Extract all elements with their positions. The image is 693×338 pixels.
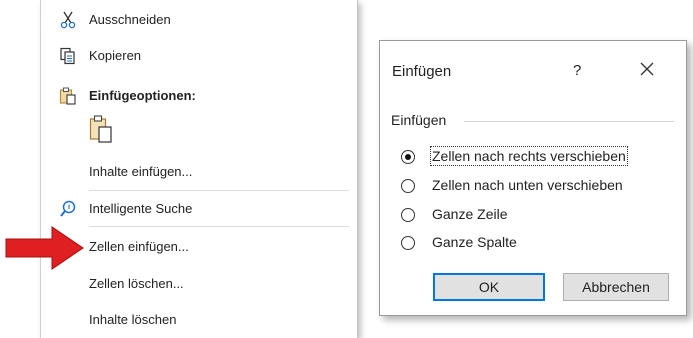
radio-label: Zellen nach rechts verschieben bbox=[430, 146, 628, 166]
menu-separator bbox=[89, 226, 349, 227]
radio-button[interactable] bbox=[401, 236, 415, 250]
menu-item-label: Inhalte löschen bbox=[89, 312, 177, 327]
close-icon[interactable] bbox=[638, 60, 656, 78]
radio-shift-right[interactable]: Zellen nach rechts verschieben bbox=[401, 146, 681, 169]
copy-icon bbox=[60, 47, 75, 65]
menu-item-label: Zellen löschen... bbox=[89, 276, 184, 291]
cancel-button[interactable]: Abbrechen bbox=[563, 273, 669, 301]
menu-item-label: Intelligente Suche bbox=[89, 201, 193, 216]
menu-item-label: Zellen einfügen... bbox=[89, 239, 189, 254]
menu-item-paste-special[interactable]: Inhalte einfügen... bbox=[41, 160, 357, 184]
menu-item-label: Kopieren bbox=[89, 48, 142, 63]
menu-item-copy[interactable]: Kopieren bbox=[41, 44, 357, 68]
radio-selected-dot bbox=[405, 154, 411, 160]
menu-item-delete-cells[interactable]: Zellen löschen... bbox=[41, 272, 357, 296]
help-button[interactable]: ? bbox=[573, 62, 581, 79]
dialog-title: Einfügen bbox=[392, 63, 452, 80]
radio-button[interactable] bbox=[401, 179, 415, 193]
ok-button[interactable]: OK bbox=[433, 273, 545, 301]
radio-label: Zellen nach unten verschieben bbox=[432, 177, 623, 193]
context-menu: Ausschneiden Kopieren Einfügeoptionen: I… bbox=[40, 0, 358, 338]
menu-item-clear-contents[interactable]: Inhalte löschen bbox=[41, 308, 357, 332]
radio-label: Ganze Spalte bbox=[432, 234, 517, 250]
radio-button[interactable] bbox=[401, 208, 415, 222]
menu-item-smart-lookup[interactable]: Intelligente Suche bbox=[41, 197, 357, 221]
paste-clipboard-icon[interactable] bbox=[89, 114, 113, 144]
radio-button[interactable] bbox=[401, 150, 415, 164]
radio-entire-row[interactable]: Ganze Zeile bbox=[401, 205, 681, 227]
menu-item-paste-options: Einfügeoptionen: bbox=[41, 84, 357, 108]
menu-item-label: Einfügeoptionen: bbox=[89, 88, 196, 103]
group-label: Einfügen bbox=[391, 112, 447, 128]
menu-item-insert-cells[interactable]: Zellen einfügen... bbox=[41, 235, 357, 259]
clipboard-icon bbox=[59, 87, 76, 105]
radio-shift-down[interactable]: Zellen nach unten verschieben bbox=[401, 176, 681, 198]
insert-dialog: Einfügen ? Einfügen Zellen nach rechts v… bbox=[379, 40, 687, 316]
menu-separator bbox=[89, 190, 349, 191]
scissors-icon bbox=[60, 11, 76, 29]
red-arrow-icon bbox=[5, 226, 84, 270]
menu-item-label: Inhalte einfügen... bbox=[89, 164, 193, 179]
radio-label: Ganze Zeile bbox=[432, 206, 508, 222]
search-icon bbox=[60, 200, 76, 217]
radio-entire-column[interactable]: Ganze Spalte bbox=[401, 233, 681, 255]
menu-item-label: Ausschneiden bbox=[89, 12, 171, 27]
group-divider bbox=[464, 121, 674, 122]
menu-item-cut[interactable]: Ausschneiden bbox=[41, 8, 357, 32]
